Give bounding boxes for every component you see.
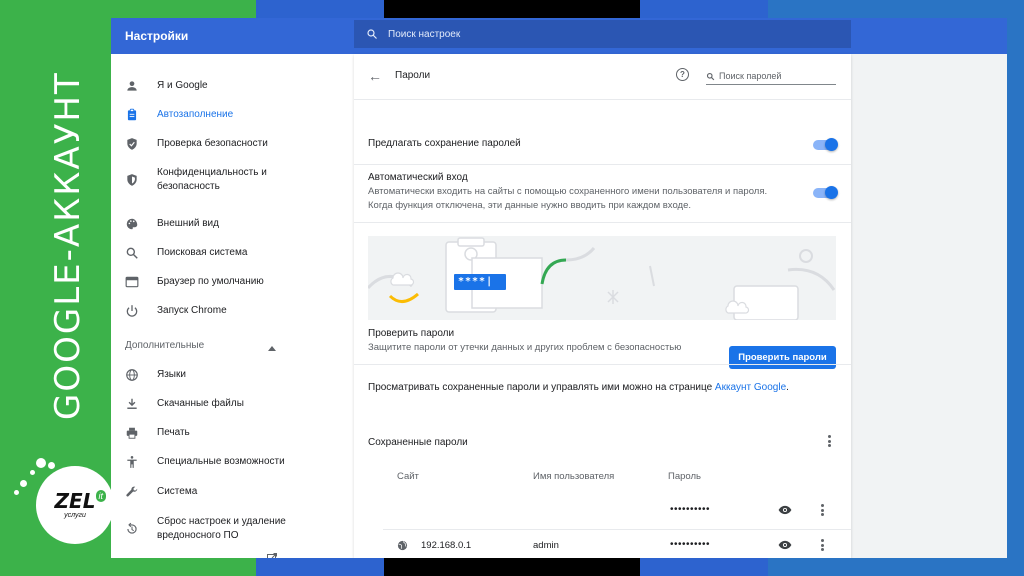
google-account-link[interactable]: Аккаунт Google [715,382,786,393]
search-icon [126,247,138,259]
column-header-password: Пароль [668,471,701,482]
browser-icon [125,276,139,288]
column-header-site: Сайт [397,471,419,482]
check-passwords-title: Проверить пароли [368,328,455,339]
settings-header: Настройки [111,18,1007,54]
more-vert-icon[interactable] [820,539,824,551]
divider [354,222,851,223]
person-icon [127,81,137,91]
check-passwords-description: Защитите пароли от утечки данных и други… [368,342,682,353]
auto-signin-description-2: Когда функция отключена, эти данные нужн… [368,200,691,211]
sidebar-item-label: Автозаполнение [157,109,234,120]
manage-text: Просматривать сохраненные пароли и управ… [368,382,715,393]
password-value: •••••••••• [670,539,711,550]
frame-segment [256,0,384,18]
divider [354,164,851,165]
decor-dot [30,470,35,475]
frame-segment [256,558,384,576]
chevron-up-icon[interactable] [268,346,276,351]
masked-password-graphic: ****| [458,276,494,287]
frame-segment [640,558,768,576]
sidebar-item-label: Проверка безопасности [157,138,268,149]
page-title: Настройки [125,29,189,43]
eye-icon[interactable] [778,540,792,550]
search-icon [706,72,715,80]
sidebar-item-label: Печать [157,427,190,438]
saved-passwords-header: Сохраненные пароли [368,437,468,448]
frame-segment [640,0,768,18]
more-vert-icon[interactable] [827,435,831,447]
settings-window: Настройки Я и Google Автозаполнение Пров… [111,18,1007,558]
more-vert-icon[interactable] [820,504,824,516]
open-external-icon[interactable] [266,552,278,558]
settings-search-input[interactable] [388,28,828,40]
auto-signin-label: Автоматический вход [368,172,468,183]
globe-icon [397,540,408,551]
sidebar-item-label: Скачанные файлы [157,398,244,409]
offer-save-label: Предлагать сохранение паролей [368,138,521,149]
auto-signin-description: Автоматически входить на сайты с помощью… [368,186,768,197]
manage-passwords-text: Просматривать сохраненные пароли и управ… [368,382,789,393]
settings-search[interactable] [354,20,851,48]
clipboard-icon [127,108,137,121]
sidebar-item-label: Конфиденциальность и [157,167,267,178]
decor-dot [14,490,19,495]
accessibility-icon [127,456,137,468]
passwords-title: Пароли [395,70,431,81]
wrench-icon [126,486,138,497]
divider [383,529,851,530]
search-icon [367,29,377,39]
back-arrow-icon[interactable]: ← [368,68,382,84]
offer-save-toggle[interactable] [813,138,838,151]
banner-title: GOOGLE-АККАУНТ [48,71,88,420]
passwords-card: ← Пароли ? Предлагать сохранение паролей… [354,54,851,558]
sidebar-item-label-line2: безопасность [157,181,220,192]
site-cell[interactable]: 192.168.0.1 [421,540,471,551]
globe-icon [126,369,138,381]
download-icon [127,398,137,409]
password-check-illustration: ****| [368,236,836,320]
decor-dot [20,480,27,487]
auto-signin-toggle[interactable] [813,186,838,199]
sidebar-item-label: Языки [157,369,186,380]
frame-segment [384,0,640,18]
printer-icon [126,427,138,439]
illustration-graphic [368,237,836,320]
sidebar-item-label: Я и Google [157,80,208,91]
shield-icon [127,138,137,150]
power-icon [126,305,138,317]
sidebar-item-label: Внешний вид [157,218,219,229]
sidebar: Я и Google Автозаполнение Проверка безоп… [111,54,354,558]
sidebar-item-label: Система [157,486,198,497]
sidebar-item-label: Сброс настроек и удаление [157,516,286,527]
advanced-section-header[interactable]: Дополнительные [125,340,204,351]
sidebar-item-label-line2: вредоносного ПО [157,530,239,541]
divider [354,99,851,100]
logo-text: ZEL [54,489,96,513]
logo-subtitle: услуги [64,512,86,519]
password-value: •••••••••• [670,504,711,515]
shield-lock-icon [127,174,137,186]
logo-badge: it [95,490,106,502]
sidebar-item-label: Запуск Chrome [157,305,227,316]
divider [354,364,851,365]
column-header-username: Имя пользователя [533,471,615,482]
decor-dot [36,458,46,468]
password-search-input[interactable] [719,71,829,81]
frame-segment [384,558,640,576]
eye-icon[interactable] [778,505,792,515]
sidebar-item-label: Браузер по умолчанию [157,276,264,287]
sidebar-item-label: Поисковая система [157,247,248,258]
reset-icon [127,522,137,534]
username-cell: admin [533,540,559,551]
sidebar-item-label: Специальные возможности [157,456,285,467]
palette-icon [126,218,138,230]
manage-suffix: . [786,382,789,393]
help-icon[interactable]: ? [676,68,689,81]
zel-logo: ZEL it услуги [36,466,114,544]
decor-dot [48,462,55,469]
password-search[interactable] [706,68,836,85]
check-passwords-button[interactable]: Проверить пароли [729,346,836,369]
